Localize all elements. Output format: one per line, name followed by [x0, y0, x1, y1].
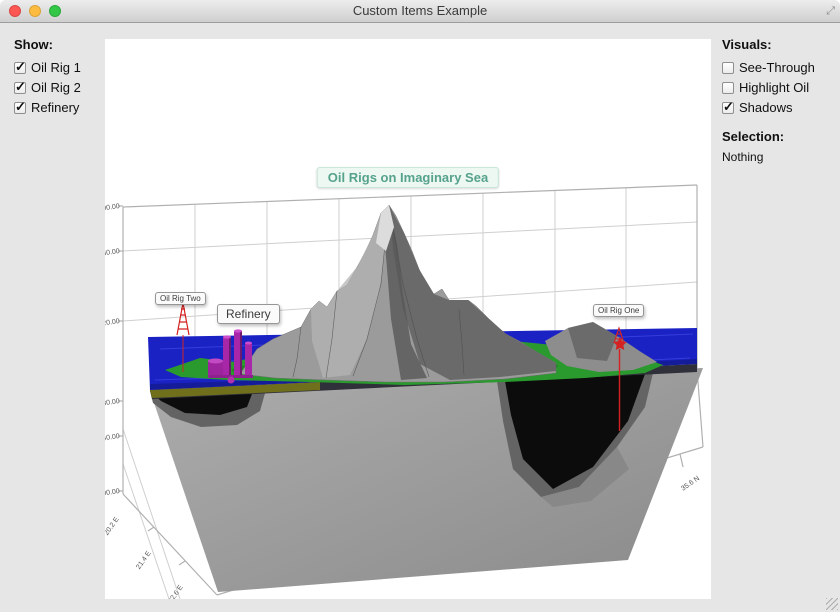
y-axis-tick-5: 100.00: [105, 488, 120, 498]
see-through-label: See-Through: [739, 60, 815, 75]
zoom-button[interactable]: [49, 5, 61, 17]
selection-heading: Selection:: [722, 129, 834, 144]
y-axis-ticks: 300.00 260.00 220.00 180.00 140.00 100.0…: [105, 203, 120, 498]
checkbox-row-refinery[interactable]: Refinery: [14, 100, 106, 115]
e-axis-tick-0: 20.2 E: [105, 516, 121, 537]
highlight-oil-checkbox[interactable]: [722, 82, 734, 94]
n-axis-tick-2: 35.6 N: [680, 475, 701, 493]
shadows-label: Shadows: [739, 100, 792, 115]
checkbox-row-highlight-oil[interactable]: Highlight Oil: [722, 80, 834, 95]
oil-rig-2-checkbox[interactable]: [14, 82, 26, 94]
window-controls: [9, 5, 61, 17]
app-window: Custom Items Example ⤢ Show: Oil Rig 1 O…: [0, 0, 840, 612]
window-title: Custom Items Example: [0, 0, 840, 22]
y-axis-tick-3: 180.00: [105, 398, 120, 408]
oil-rig-1-label: Oil Rig 1: [31, 60, 81, 75]
titlebar[interactable]: Custom Items Example ⤢: [0, 0, 840, 23]
resize-grip-icon[interactable]: [826, 598, 838, 610]
surface-plot-canvas[interactable]: 300.00 260.00 220.00 180.00 140.00 100.0…: [105, 39, 711, 599]
y-axis-tick-0: 300.00: [105, 203, 120, 213]
y-axis-tick-4: 140.00: [105, 433, 120, 443]
checkbox-row-oil-rig-2[interactable]: Oil Rig 2: [14, 80, 106, 95]
checkbox-row-shadows[interactable]: Shadows: [722, 100, 834, 115]
highlight-oil-label: Highlight Oil: [739, 80, 809, 95]
show-heading: Show:: [14, 37, 106, 52]
window-content: Show: Oil Rig 1 Oil Rig 2 Refinery: [0, 23, 840, 612]
refinery-floating-label[interactable]: Refinery: [217, 304, 280, 324]
surface-plot[interactable]: 300.00 260.00 220.00 180.00 140.00 100.0…: [105, 39, 711, 599]
oil-rig-one-label[interactable]: Oil Rig One: [593, 304, 644, 317]
checkbox-row-oil-rig-1[interactable]: Oil Rig 1: [14, 60, 106, 75]
chart-title: Oil Rigs on Imaginary Sea: [317, 167, 499, 188]
visuals-heading: Visuals:: [722, 37, 834, 52]
y-axis-tick-2: 220.00: [105, 318, 120, 328]
visuals-panel: Visuals: See-Through Highlight Oil Shado…: [722, 37, 834, 164]
oil-rig-1-checkbox[interactable]: [14, 62, 26, 74]
show-panel: Show: Oil Rig 1 Oil Rig 2 Refinery: [14, 37, 106, 120]
checkbox-row-see-through[interactable]: See-Through: [722, 60, 834, 75]
e-axis-tick-1: 21.4 E: [135, 550, 153, 571]
oil-rig-two-label[interactable]: Oil Rig Two: [155, 292, 206, 305]
minimize-button[interactable]: [29, 5, 41, 17]
refinery-label: Refinery: [31, 100, 79, 115]
refinery-checkbox[interactable]: [14, 102, 26, 114]
close-button[interactable]: [9, 5, 21, 17]
y-axis-tick-1: 260.00: [105, 248, 120, 258]
selection-value: Nothing: [722, 150, 834, 164]
shadows-checkbox[interactable]: [722, 102, 734, 114]
resize-arrows-icon[interactable]: ⤢: [826, 4, 835, 18]
see-through-checkbox[interactable]: [722, 62, 734, 74]
oil-rig-2-label: Oil Rig 2: [31, 80, 81, 95]
